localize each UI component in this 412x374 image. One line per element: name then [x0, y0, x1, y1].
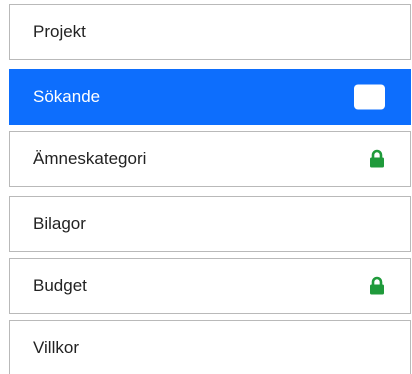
nav-item-label: Ämneskategori	[33, 149, 147, 168]
step-navigation-menu: Projekt Sökande Ämneskategori Bilagor Bu…	[0, 0, 412, 374]
nav-item-label: Bilagor	[33, 214, 86, 233]
lock-icon	[369, 149, 385, 169]
checkbox-icon[interactable]	[354, 84, 385, 110]
nav-item-bilagor[interactable]: Bilagor	[9, 196, 411, 252]
nav-item-budget[interactable]: Budget	[9, 258, 411, 314]
lock-icon	[369, 276, 385, 296]
nav-item-projekt[interactable]: Projekt	[9, 4, 411, 60]
nav-item-label: Budget	[33, 276, 87, 295]
nav-item-sokande[interactable]: Sökande	[9, 69, 411, 125]
checkbox-box[interactable]	[354, 84, 385, 110]
nav-item-label: Villkor	[33, 338, 79, 357]
nav-item-amneskategori[interactable]: Ämneskategori	[9, 131, 411, 187]
nav-item-label: Projekt	[33, 22, 86, 41]
nav-item-villkor[interactable]: Villkor	[9, 320, 411, 374]
